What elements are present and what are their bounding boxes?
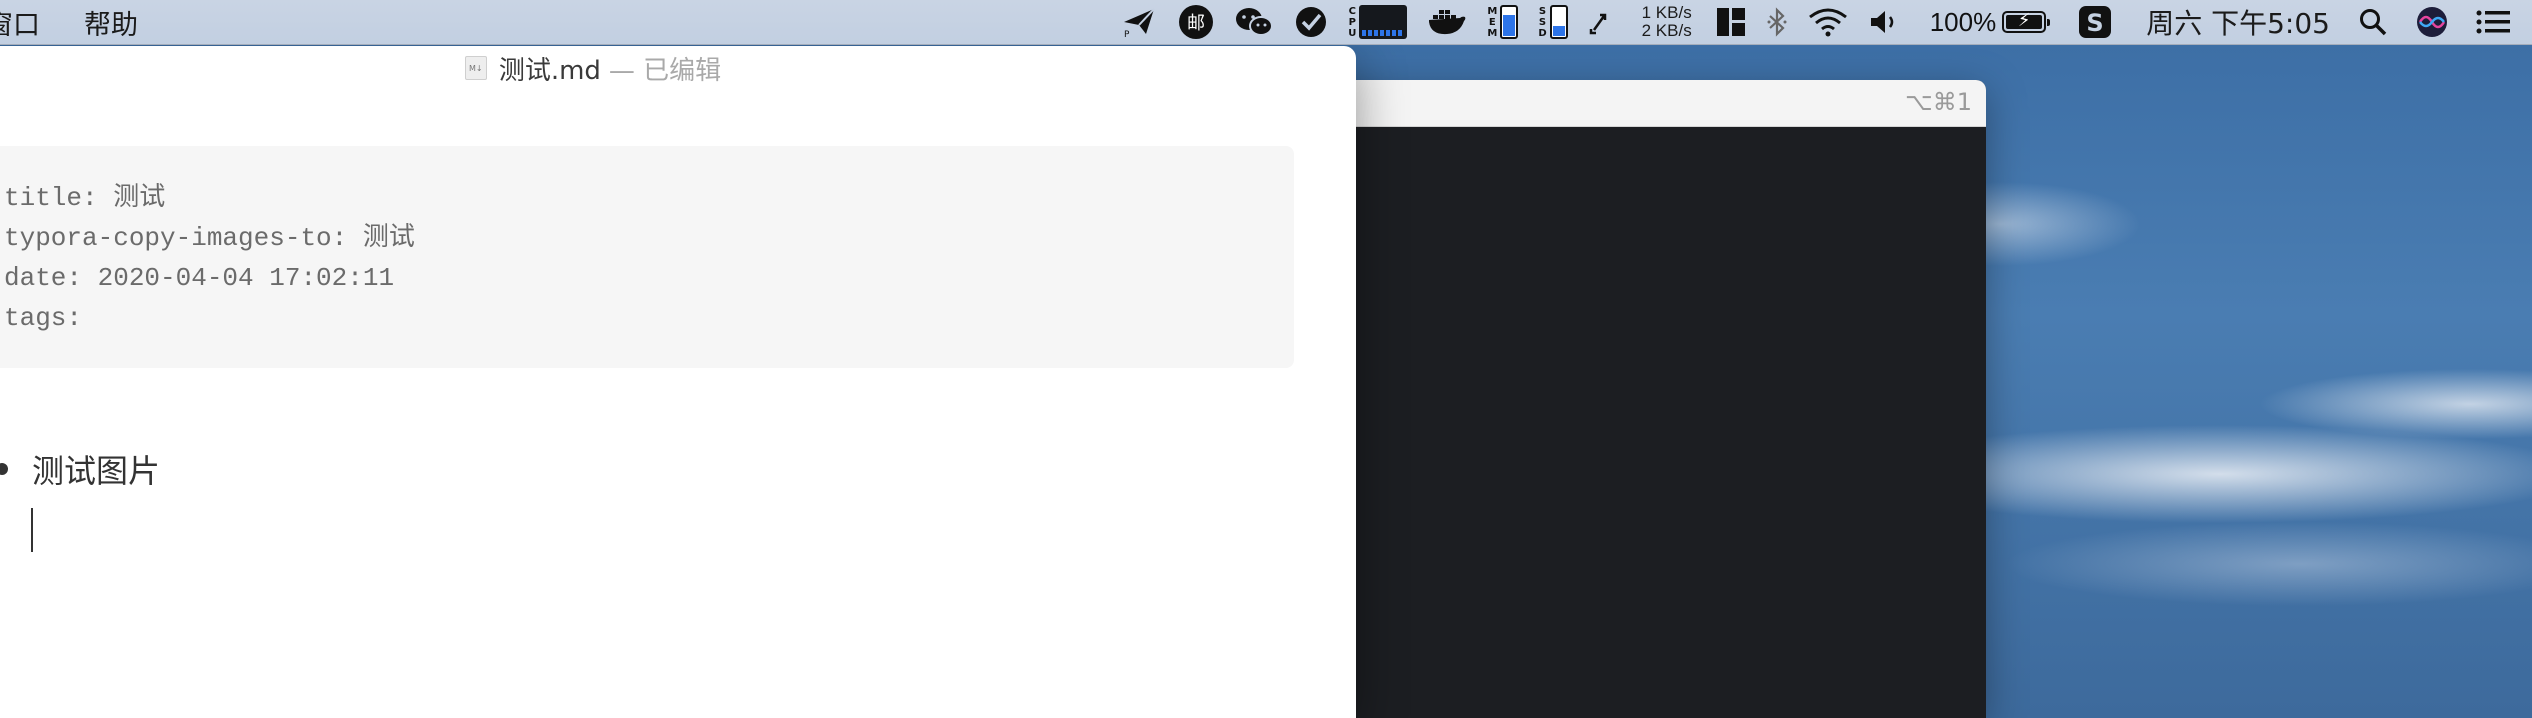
cpu-meter-icon[interactable]: C P U (1348, 0, 1408, 44)
list-item-text: 测试图片 (32, 452, 161, 490)
svg-text:S: S (2087, 9, 2104, 37)
bullet-icon (0, 463, 8, 475)
terminal-window[interactable]: ⌥⌘1 (1330, 80, 1986, 718)
docker-icon[interactable] (1427, 0, 1467, 44)
mem-label-char: M (1487, 5, 1498, 17)
cpu-label-char: C (1348, 5, 1356, 17)
paper-plane-icon[interactable]: P (1122, 0, 1158, 44)
upload-speed: 1 KB/s (1641, 3, 1692, 22)
menubar-clock[interactable]: 周六 下午5:05 (2146, 2, 2330, 42)
menu-window[interactable]: 窗口 (0, 3, 62, 42)
text-cursor (31, 508, 33, 552)
volume-icon[interactable] (1868, 0, 1902, 44)
notification-center-icon[interactable] (2476, 0, 2510, 44)
download-speed: 2 KB/s (1641, 21, 1692, 40)
siri-icon[interactable] (2416, 0, 2448, 44)
typora-editor-window[interactable]: M↓ 测试.md — 已编辑 title: 测试 typora-copy-ima… (0, 46, 1356, 718)
memory-meter-icon[interactable]: M E M (1487, 0, 1519, 44)
network-speed[interactable]: 1 KB/s 2 KB/s (1642, 4, 1692, 40)
list-item[interactable]: 测试图片 (0, 446, 160, 492)
window-layout-icon[interactable] (1716, 0, 1746, 44)
cpu-graph (1359, 5, 1408, 39)
ssd-label-char: S (1538, 16, 1547, 28)
window-title: M↓ 测试.md — 已编辑 (464, 50, 722, 87)
cpu-label-char: P (1348, 16, 1356, 28)
mail-app-icon[interactable]: 邮 (1178, 0, 1214, 44)
menu-bar: 窗口 帮助 P 邮 C P U (0, 0, 2532, 45)
spotlight-search-icon[interactable] (2358, 0, 2388, 44)
markdown-file-icon: M↓ (464, 56, 487, 80)
arrows-icon[interactable] (1588, 0, 1610, 44)
terminal-shortcut-label: ⌥⌘1 (1905, 88, 1972, 116)
terminal-titlebar[interactable]: ⌥⌘1 (1330, 80, 1986, 127)
bluetooth-icon[interactable] (1766, 0, 1788, 44)
battery-percent: 100% (1929, 6, 1997, 37)
checklist-icon[interactable] (1294, 0, 1328, 44)
memory-level-bar (1500, 5, 1519, 39)
battery-status[interactable]: 100% ⚡ (1929, 0, 2051, 44)
menu-help[interactable]: 帮助 (62, 3, 160, 42)
input-source-icon[interactable]: S (2078, 0, 2112, 44)
ssd-label-char: D (1538, 27, 1547, 39)
front-matter-line: date: 2020-04-04 17:02:11 (4, 263, 395, 293)
editor-titlebar[interactable]: M↓ 测试.md — 已编辑 (0, 46, 1356, 90)
file-name: 测试.md (498, 55, 601, 86)
wifi-icon[interactable] (1808, 0, 1848, 44)
cpu-label-char: U (1348, 27, 1357, 39)
battery-icon: ⚡ (2002, 10, 2051, 33)
wechat-icon[interactable] (1234, 0, 1274, 44)
mem-label-char: E (1488, 16, 1496, 28)
ssd-meter-icon[interactable]: S S D (1538, 0, 1568, 44)
svg-text:P: P (1124, 30, 1130, 38)
front-matter-line: tags: (4, 303, 83, 333)
ssd-level-bar (1549, 5, 1568, 39)
ssd-label-char: S (1538, 5, 1547, 17)
mem-label-char: M (1487, 27, 1498, 39)
yaml-front-matter-block[interactable]: title: 测试 typora-copy-images-to: 测试 date… (0, 146, 1294, 368)
edited-status: — 已编辑 (608, 55, 722, 86)
front-matter-line: title: 测试 (4, 183, 166, 213)
front-matter-line: typora-copy-images-to: 测试 (4, 223, 415, 253)
svg-text:邮: 邮 (1187, 13, 1205, 34)
